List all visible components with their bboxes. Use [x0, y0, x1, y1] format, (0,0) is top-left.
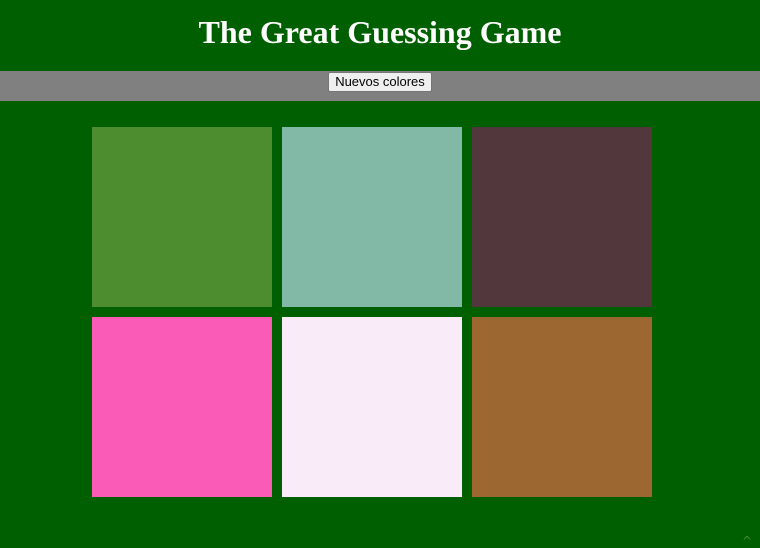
color-square-5[interactable]: [282, 317, 462, 497]
color-square-2[interactable]: [282, 127, 462, 307]
page-title: The Great Guessing Game: [198, 13, 562, 50]
new-colors-button[interactable]: Nuevos colores: [328, 72, 432, 92]
color-square-4[interactable]: [92, 317, 272, 497]
toolbar: Nuevos colores: [0, 71, 760, 101]
color-square-3[interactable]: [472, 127, 652, 307]
caret-up-icon: ^: [741, 534, 752, 548]
color-square-1[interactable]: [92, 127, 272, 307]
header: The Great Guessing Game: [0, 0, 760, 71]
color-square-6[interactable]: [472, 317, 652, 497]
color-grid: [92, 127, 652, 497]
